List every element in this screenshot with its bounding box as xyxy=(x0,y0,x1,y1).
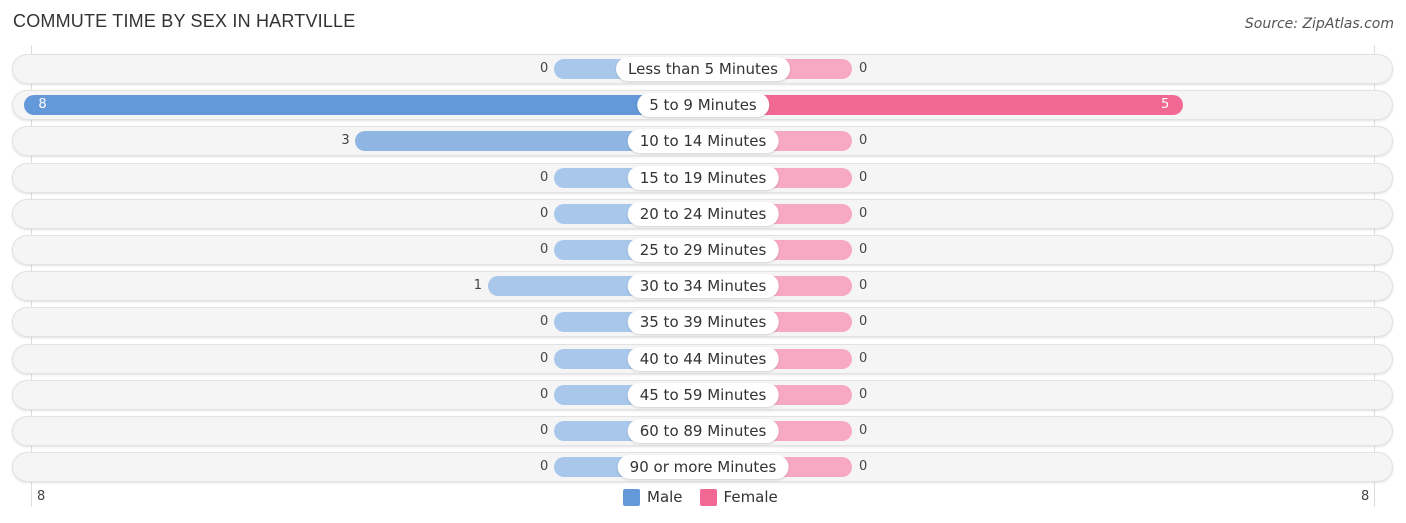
male-value-label: 0 xyxy=(540,61,549,76)
female-value-label: 0 xyxy=(859,61,868,76)
male-value-label: 1 xyxy=(473,278,483,293)
male-value-label: 0 xyxy=(540,459,549,474)
male-value-label: 8 xyxy=(38,97,47,112)
male-bar[interactable] xyxy=(24,95,703,115)
source-label: Source: ZipAtlas.com xyxy=(1244,16,1394,32)
female-swatch xyxy=(699,488,717,506)
legend: Male Female xyxy=(623,488,795,506)
female-value-label: 0 xyxy=(859,170,868,185)
category-label: 40 to 44 Minutes xyxy=(627,347,779,371)
male-value-label: 0 xyxy=(540,351,549,366)
female-value-label: 0 xyxy=(859,459,868,474)
female-value-label: 0 xyxy=(859,423,868,438)
category-label: 15 to 19 Minutes xyxy=(627,166,779,190)
female-value-label: 0 xyxy=(859,351,868,366)
legend-item-female[interactable]: Female xyxy=(699,488,778,506)
axis-left-label: 8 xyxy=(37,489,46,504)
category-label: 60 to 89 Minutes xyxy=(627,419,779,443)
category-label: 90 or more Minutes xyxy=(617,455,789,479)
male-value-label: 0 xyxy=(540,170,549,185)
chart-title: COMMUTE TIME BY SEX IN HARTVILLE xyxy=(13,11,356,31)
female-bar[interactable] xyxy=(703,95,1183,115)
female-value-label: 0 xyxy=(859,314,868,329)
legend-item-male[interactable]: Male xyxy=(623,488,683,506)
male-value-label: 0 xyxy=(540,242,549,257)
category-label: 25 to 29 Minutes xyxy=(627,238,779,262)
category-label: 10 to 14 Minutes xyxy=(627,129,779,153)
category-label: Less than 5 Minutes xyxy=(616,57,790,81)
female-value-label: 5 xyxy=(1161,97,1170,112)
male-value-label: 3 xyxy=(341,133,350,148)
male-value-label: 0 xyxy=(540,206,549,221)
category-label: 45 to 59 Minutes xyxy=(627,383,779,407)
category-label: 30 to 34 Minutes xyxy=(627,274,779,298)
category-label: 35 to 39 Minutes xyxy=(627,310,779,334)
legend-label-female: Female xyxy=(723,488,778,506)
female-value-label: 0 xyxy=(859,278,868,293)
category-label: 5 to 9 Minutes xyxy=(637,93,769,117)
male-value-label: 0 xyxy=(540,423,549,438)
male-value-label: 0 xyxy=(540,387,549,402)
female-value-label: 0 xyxy=(859,133,868,148)
male-swatch xyxy=(623,488,640,506)
male-value-label: 0 xyxy=(540,314,549,329)
female-value-label: 0 xyxy=(859,242,868,257)
category-label: 20 to 24 Minutes xyxy=(627,202,779,226)
legend-label-male: Male xyxy=(647,488,683,506)
female-value-label: 0 xyxy=(859,387,868,402)
female-value-label: 0 xyxy=(859,206,868,221)
axis-right-label: 8 xyxy=(1361,489,1370,504)
